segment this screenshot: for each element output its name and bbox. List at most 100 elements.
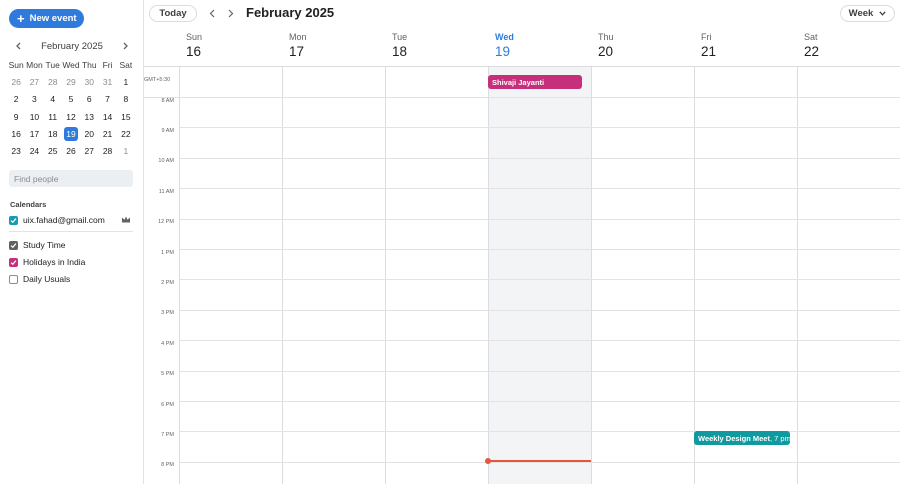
event-title: Shivaji Jayanti bbox=[492, 77, 545, 87]
mini-day-number: 27 bbox=[84, 146, 94, 157]
day-header-thu[interactable]: Thu 20 bbox=[591, 28, 694, 67]
mini-weekday-label: Fri bbox=[102, 59, 113, 70]
mini-day[interactable]: 30 bbox=[80, 73, 98, 90]
event-shivaji-jayanti[interactable]: Shivaji Jayanti bbox=[488, 75, 582, 89]
prev-week-icon[interactable] bbox=[205, 6, 219, 20]
mini-day[interactable]: 27 bbox=[80, 142, 98, 159]
hour-label: 2 PM bbox=[161, 279, 174, 286]
hour-line bbox=[179, 279, 900, 281]
mini-day[interactable]: 1 bbox=[117, 73, 135, 90]
day-header-sun[interactable]: Sun 16 bbox=[179, 28, 282, 67]
mini-day[interactable]: 4 bbox=[44, 91, 62, 108]
column-divider bbox=[282, 67, 283, 484]
mini-weekday-label: Thu bbox=[81, 59, 97, 70]
mini-day[interactable]: 2 bbox=[7, 91, 25, 108]
mini-day-number: 12 bbox=[66, 111, 76, 122]
mini-day[interactable]: 27 bbox=[25, 73, 43, 90]
mini-day-number: 23 bbox=[11, 146, 21, 157]
mini-day[interactable]: 26 bbox=[7, 73, 25, 90]
day-header-fri[interactable]: Fri 21 bbox=[694, 28, 797, 67]
hour-line bbox=[179, 157, 900, 159]
mini-prev-month-icon[interactable] bbox=[10, 39, 26, 53]
calendar-item-study-time[interactable]: Study Time bbox=[9, 238, 133, 252]
today-button[interactable]: Today bbox=[149, 5, 197, 22]
week-grid[interactable]: GMT+5:30 8 AM 9 AM 10 AM 11 AM 12 PM 1 PM 2 PM… bbox=[144, 67, 900, 484]
mini-day[interactable]: 31 bbox=[98, 73, 116, 90]
mini-day[interactable]: 26 bbox=[62, 142, 80, 159]
mini-weekday-label: Wed bbox=[62, 59, 80, 70]
calendar-item-holidays[interactable]: Holidays in India bbox=[9, 255, 133, 269]
calendar-item-daily-usuals[interactable]: Daily Usuals bbox=[9, 272, 133, 286]
today-column-highlight bbox=[488, 67, 591, 484]
mini-day-number: 25 bbox=[47, 146, 58, 157]
hour-label: 8 PM bbox=[161, 462, 174, 469]
hour-label: 3 PM bbox=[161, 310, 174, 317]
mini-day[interactable]: 9 bbox=[7, 108, 25, 125]
mini-day[interactable]: 12 bbox=[62, 108, 80, 125]
day-header-tue[interactable]: Tue 18 bbox=[385, 28, 488, 67]
mini-day[interactable]: 17 bbox=[25, 125, 43, 142]
mini-day[interactable]: 25 bbox=[44, 142, 62, 159]
mini-day[interactable]: 28 bbox=[98, 142, 116, 159]
checkbox-unchecked-icon[interactable] bbox=[9, 274, 18, 284]
column-divider bbox=[694, 67, 695, 484]
crown-icon bbox=[122, 216, 130, 223]
day-header-wed[interactable]: Wed 19 bbox=[488, 28, 591, 67]
mini-day[interactable]: 21 bbox=[98, 125, 116, 142]
mini-day[interactable]: 10 bbox=[25, 108, 43, 125]
hour-label: 9 AM bbox=[161, 127, 174, 134]
day-header-mon[interactable]: Mon 17 bbox=[282, 28, 385, 67]
mini-day-number: 9 bbox=[13, 111, 19, 122]
mini-next-month-icon[interactable] bbox=[118, 39, 134, 53]
mini-day-number: 29 bbox=[66, 76, 76, 87]
day-name: Thu bbox=[598, 32, 614, 42]
mini-day-number: 28 bbox=[102, 146, 113, 157]
sidebar: + New event February 2025 Sun Mon Tue Wed Th… bbox=[0, 0, 144, 484]
mini-weekday-label: Sun bbox=[8, 59, 24, 70]
calendar-item-primary[interactable]: uix.fahad@gmail.com bbox=[9, 213, 133, 227]
mini-day[interactable]: 23 bbox=[7, 142, 25, 159]
mini-day[interactable]: 7 bbox=[98, 91, 116, 108]
mini-day[interactable]: 29 bbox=[62, 73, 80, 90]
mini-day[interactable]: 3 bbox=[25, 91, 43, 108]
mini-day[interactable]: 28 bbox=[44, 73, 62, 90]
checkbox-checked-icon[interactable] bbox=[9, 215, 18, 225]
day-header-sat[interactable]: Sat 22 bbox=[797, 28, 900, 67]
mini-day-today[interactable]: 19 bbox=[62, 125, 80, 142]
mini-day[interactable]: 5 bbox=[62, 91, 80, 108]
checkbox-checked-icon[interactable] bbox=[9, 240, 18, 250]
mini-day-number: 1 bbox=[123, 76, 129, 87]
mini-day[interactable]: 20 bbox=[80, 125, 98, 142]
mini-day[interactable]: 22 bbox=[117, 125, 135, 142]
next-week-icon[interactable] bbox=[224, 6, 238, 20]
mini-weekday-label: Tue bbox=[45, 59, 60, 70]
day-name: Fri bbox=[701, 32, 712, 42]
mini-day[interactable]: 18 bbox=[44, 125, 62, 142]
mini-day[interactable]: 16 bbox=[7, 125, 25, 142]
hour-line bbox=[179, 309, 900, 311]
mini-day[interactable]: 15 bbox=[117, 108, 135, 125]
current-time-line bbox=[488, 460, 591, 462]
mini-day-number: 8 bbox=[123, 94, 129, 105]
mini-day[interactable]: 13 bbox=[80, 108, 98, 125]
mini-day[interactable]: 14 bbox=[98, 108, 116, 125]
mini-weekday-label: Mon bbox=[26, 59, 43, 70]
new-event-button[interactable]: + New event bbox=[9, 9, 84, 28]
mini-day[interactable]: 6 bbox=[80, 91, 98, 108]
checkbox-checked-icon[interactable] bbox=[9, 257, 18, 267]
calendar-label: Daily Usuals bbox=[23, 274, 71, 284]
mini-day[interactable]: 1 bbox=[117, 142, 135, 159]
column-divider bbox=[179, 67, 180, 484]
mini-day[interactable]: 8 bbox=[117, 91, 135, 108]
find-people-input[interactable] bbox=[9, 170, 133, 187]
day-name: Mon bbox=[289, 32, 307, 42]
event-weekly-design-meet[interactable]: Weekly Design Meet, 7 pm bbox=[694, 431, 790, 445]
mini-day-number: 18 bbox=[47, 128, 58, 139]
column-divider bbox=[797, 67, 798, 484]
mini-day-number: 16 bbox=[11, 128, 21, 139]
mini-day[interactable]: 24 bbox=[25, 142, 43, 159]
hour-line bbox=[179, 431, 900, 433]
day-number: 22 bbox=[804, 44, 820, 59]
mini-day[interactable]: 11 bbox=[44, 108, 62, 125]
view-selector[interactable]: Week bbox=[840, 5, 895, 22]
